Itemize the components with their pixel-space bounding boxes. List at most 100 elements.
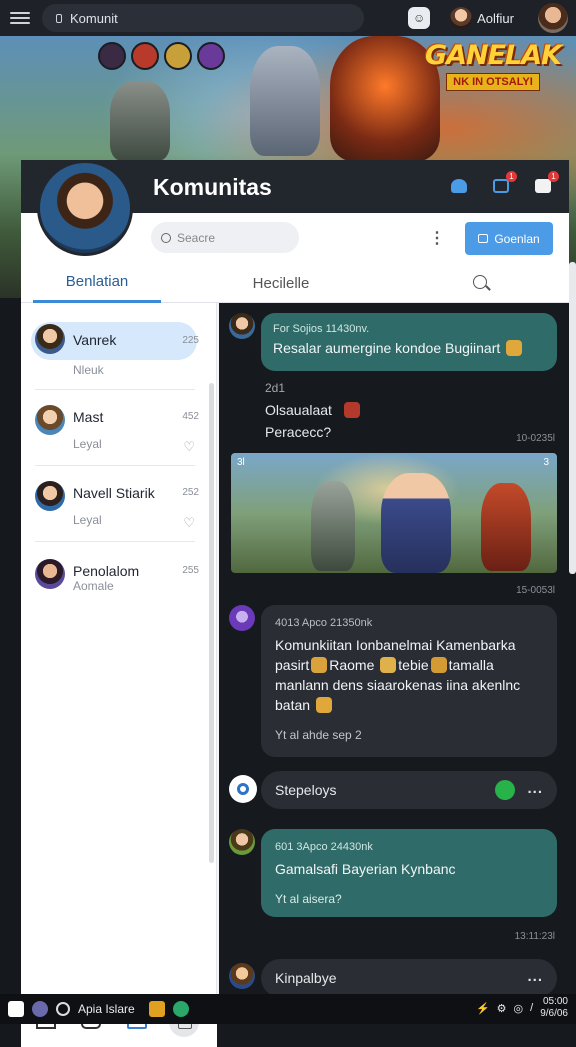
message-line: tebie bbox=[398, 657, 429, 673]
contact-name: Vanrek bbox=[73, 332, 117, 348]
people-icon[interactable] bbox=[449, 176, 469, 196]
game-figure bbox=[311, 481, 355, 571]
contact-name: Mast bbox=[73, 409, 104, 425]
message-text: Gamalsafi Bayerian Kynbanc bbox=[275, 861, 456, 877]
sidebar-scrollbar[interactable] bbox=[209, 383, 214, 863]
address-bar[interactable]: Komunit bbox=[42, 4, 364, 32]
hero-avatar-row bbox=[98, 42, 225, 70]
message-line: manlann dens siaarokenas iina akenlnc bbox=[275, 677, 521, 693]
contact-avatar bbox=[35, 559, 65, 589]
edit-badge: 1 bbox=[506, 171, 517, 182]
chat-message: 4013 Apco 21350nk Komunkiitan Ionbanelma… bbox=[261, 605, 557, 757]
primary-action-label: Goenlan bbox=[494, 231, 540, 246]
tab-benlatian[interactable]: Benlatian bbox=[33, 263, 161, 303]
notification-icon[interactable]: 1 bbox=[533, 171, 559, 196]
message-meta: 601 3Apco 24430nk bbox=[275, 841, 373, 853]
contact-count: 225 bbox=[182, 335, 199, 346]
user-icon[interactable] bbox=[32, 1001, 48, 1017]
message-footer: Yt al ahde sep 2 bbox=[275, 728, 362, 742]
list-item[interactable]: Vanrek Nleuk 225 bbox=[31, 321, 201, 389]
edit-icon[interactable]: 1 bbox=[491, 171, 517, 196]
heart-icon[interactable]: ♡ bbox=[183, 515, 195, 531]
volume-icon[interactable]: ◎ bbox=[514, 1002, 524, 1015]
tab-bar: Benlatian Hecilelle bbox=[21, 263, 569, 303]
game-hud-left: 3l bbox=[237, 457, 245, 468]
send-icon[interactable] bbox=[495, 780, 515, 800]
community-avatar[interactable] bbox=[37, 160, 133, 256]
user-chip[interactable]: Aolfiur bbox=[450, 7, 514, 29]
contact-status: Leyal bbox=[73, 513, 102, 527]
message-avatar[interactable] bbox=[229, 963, 255, 989]
list-item[interactable]: Penolalom Aomale 255 bbox=[31, 551, 201, 619]
settings-icon[interactable]: ⚙ bbox=[497, 1002, 507, 1015]
plain-message-line1: Olsaualaat bbox=[265, 402, 332, 418]
topbar-right: ☺ Aolfiur bbox=[408, 3, 568, 33]
contact-count: 255 bbox=[182, 565, 199, 576]
tab-search-icon[interactable] bbox=[473, 275, 487, 289]
profile-avatar-button[interactable] bbox=[538, 3, 568, 33]
more-icon[interactable]: ... bbox=[527, 780, 543, 797]
contact-name: Penolalom bbox=[73, 563, 140, 579]
shared-game-image[interactable]: 3l 3 bbox=[231, 453, 557, 573]
community-panel: Komunitas 1 1 Seacre ⋮ Goenlan Benlatian… bbox=[21, 160, 569, 1047]
plain-message: Olsaualaat Peracecc? bbox=[265, 399, 362, 443]
more-icon[interactable]: ... bbox=[527, 968, 543, 985]
network-icon[interactable]: ⚡ bbox=[476, 1002, 490, 1015]
message-avatar[interactable] bbox=[229, 605, 255, 631]
calendar-icon bbox=[478, 234, 489, 243]
contact-status: Leyal bbox=[73, 437, 102, 451]
hero-avatar[interactable] bbox=[197, 42, 225, 70]
message-avatar[interactable] bbox=[229, 829, 255, 855]
message-line: Komunkiitan Ionbanelmai Kamenbarka bbox=[275, 637, 516, 653]
banner-character-knight bbox=[250, 46, 320, 156]
message-line: tamalla bbox=[448, 657, 494, 673]
start-icon[interactable] bbox=[8, 1001, 24, 1017]
heart-icon[interactable]: ♡ bbox=[183, 439, 195, 455]
tab-hecilelle[interactable]: Hecilelle bbox=[221, 263, 341, 303]
browser-icon[interactable] bbox=[56, 1002, 70, 1016]
folder-icon[interactable] bbox=[148, 1001, 165, 1017]
chat-app-icon[interactable] bbox=[172, 1001, 189, 1017]
contact-name: Navell Stiarik bbox=[73, 485, 155, 501]
list-item[interactable]: Mast Leyal 452 ♡ bbox=[31, 397, 201, 465]
hamburger-menu-icon[interactable] bbox=[10, 8, 30, 28]
contact-count: 252 bbox=[182, 487, 199, 498]
search-placeholder: Seacre bbox=[177, 230, 216, 245]
message-avatar[interactable] bbox=[229, 313, 255, 339]
reply-input-text: Kinpalbye bbox=[275, 970, 337, 986]
divider bbox=[35, 465, 195, 466]
clock[interactable]: 05:00 9/6/06 bbox=[540, 996, 568, 1020]
reply-input-text: Stepeloys bbox=[275, 782, 337, 798]
browser-topbar: Komunit ☺ Aolfiur bbox=[0, 0, 576, 36]
reply-input[interactable]: Kinpalbye ... bbox=[261, 959, 557, 997]
emoji-icon bbox=[343, 402, 360, 418]
plain-message-line2: Peracecc? bbox=[265, 424, 332, 440]
game-logo-title: GANELAK bbox=[424, 40, 562, 71]
header-icons: 1 1 bbox=[449, 171, 559, 196]
more-options-icon[interactable]: ⋮ bbox=[429, 228, 445, 248]
emoji-icon bbox=[380, 657, 397, 673]
emoji-icon bbox=[430, 657, 447, 673]
pen-icon[interactable]: / bbox=[530, 1002, 533, 1014]
clock-date: 9/6/06 bbox=[540, 1008, 568, 1019]
address-text: Komunit bbox=[70, 10, 118, 26]
contact-avatar bbox=[35, 324, 65, 354]
hero-avatar[interactable] bbox=[164, 42, 192, 70]
taskbar-app-label[interactable]: Apia Islare bbox=[78, 1002, 135, 1016]
ring-icon bbox=[237, 783, 249, 795]
search-input[interactable]: Seacre bbox=[151, 222, 299, 253]
primary-action-button[interactable]: Goenlan bbox=[465, 222, 553, 255]
list-item[interactable]: Navell Stiarik Leyal 252 ♡ bbox=[31, 473, 201, 541]
game-figure bbox=[381, 473, 451, 573]
extension-icon[interactable]: ☺ bbox=[408, 7, 431, 29]
page-scrollbar[interactable] bbox=[569, 262, 576, 574]
hero-avatar[interactable] bbox=[131, 42, 159, 70]
game-figure bbox=[481, 483, 531, 571]
message-line: batan bbox=[275, 697, 311, 713]
reply-avatar-button[interactable] bbox=[229, 775, 257, 803]
message-text: Resalar aumergine kondoe Bugiinart bbox=[273, 340, 501, 356]
message-timestamp: 13:11:23l bbox=[514, 931, 555, 942]
divider bbox=[35, 541, 195, 542]
reply-input[interactable]: Stepeloys ... bbox=[261, 771, 557, 809]
hero-avatar[interactable] bbox=[98, 42, 126, 70]
